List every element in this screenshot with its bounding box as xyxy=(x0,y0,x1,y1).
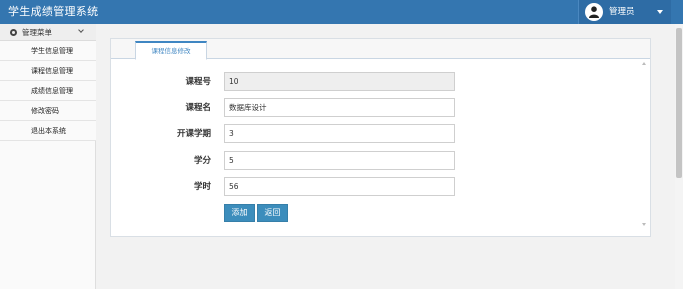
sidebar-item-student-info[interactable]: 学生信息管理 xyxy=(0,41,96,61)
course-id-label: 课程号 xyxy=(185,77,211,87)
panel-scrollbar[interactable] xyxy=(641,60,649,235)
course-id-field[interactable] xyxy=(224,72,455,91)
user-icon xyxy=(585,3,603,21)
sidebar: 管理菜单 学生信息管理 课程信息管理 成绩信息管理 修改密码 退出本系统 xyxy=(0,24,96,289)
sidebar-item-label: 学生信息管理 xyxy=(31,47,73,55)
app-title: 学生成绩管理系统 xyxy=(8,5,99,18)
semester-field[interactable] xyxy=(224,124,455,143)
hours-field[interactable] xyxy=(224,177,455,196)
page-scroll-thumb[interactable] xyxy=(676,28,682,178)
user-name: 管理员 xyxy=(609,7,635,17)
sidebar-item-label: 课程信息管理 xyxy=(31,67,73,75)
scroll-down-icon[interactable] xyxy=(642,223,646,226)
tab-label: 课程信息修改 xyxy=(151,47,191,55)
sidebar-menu-header[interactable]: 管理菜单 xyxy=(0,24,96,41)
add-button[interactable]: 添加 xyxy=(224,204,255,222)
course-name-label: 课程名 xyxy=(185,103,211,113)
top-header: 学生成绩管理系统 管理员 xyxy=(0,0,683,24)
sidebar-item-grade-info[interactable]: 成绩信息管理 xyxy=(0,81,96,101)
credit-field[interactable] xyxy=(224,151,455,170)
hours-label: 学时 xyxy=(193,182,211,192)
sidebar-item-label: 成绩信息管理 xyxy=(31,87,73,95)
sidebar-item-logout[interactable]: 退出本系统 xyxy=(0,121,96,141)
chevron-down-icon xyxy=(78,27,84,33)
sidebar-item-label: 退出本系统 xyxy=(31,127,66,135)
semester-label: 开课学期 xyxy=(176,129,211,139)
course-name-field[interactable] xyxy=(224,98,455,117)
sidebar-item-course-info[interactable]: 课程信息管理 xyxy=(0,61,96,81)
tab-strip: 课程信息修改 xyxy=(111,39,650,60)
page-scrollbar[interactable] xyxy=(675,24,683,289)
caret-down-icon xyxy=(657,10,663,14)
credit-label: 学分 xyxy=(193,156,211,166)
sidebar-item-change-password[interactable]: 修改密码 xyxy=(0,101,96,121)
sidebar-menu-title: 管理菜单 xyxy=(22,28,52,37)
gear-icon xyxy=(10,29,17,36)
tab-course-edit[interactable]: 课程信息修改 xyxy=(135,41,207,60)
back-button[interactable]: 返回 xyxy=(257,204,288,222)
sidebar-item-label: 修改密码 xyxy=(31,107,59,115)
scroll-up-icon[interactable] xyxy=(642,62,646,65)
user-menu-button[interactable]: 管理员 xyxy=(578,0,671,24)
